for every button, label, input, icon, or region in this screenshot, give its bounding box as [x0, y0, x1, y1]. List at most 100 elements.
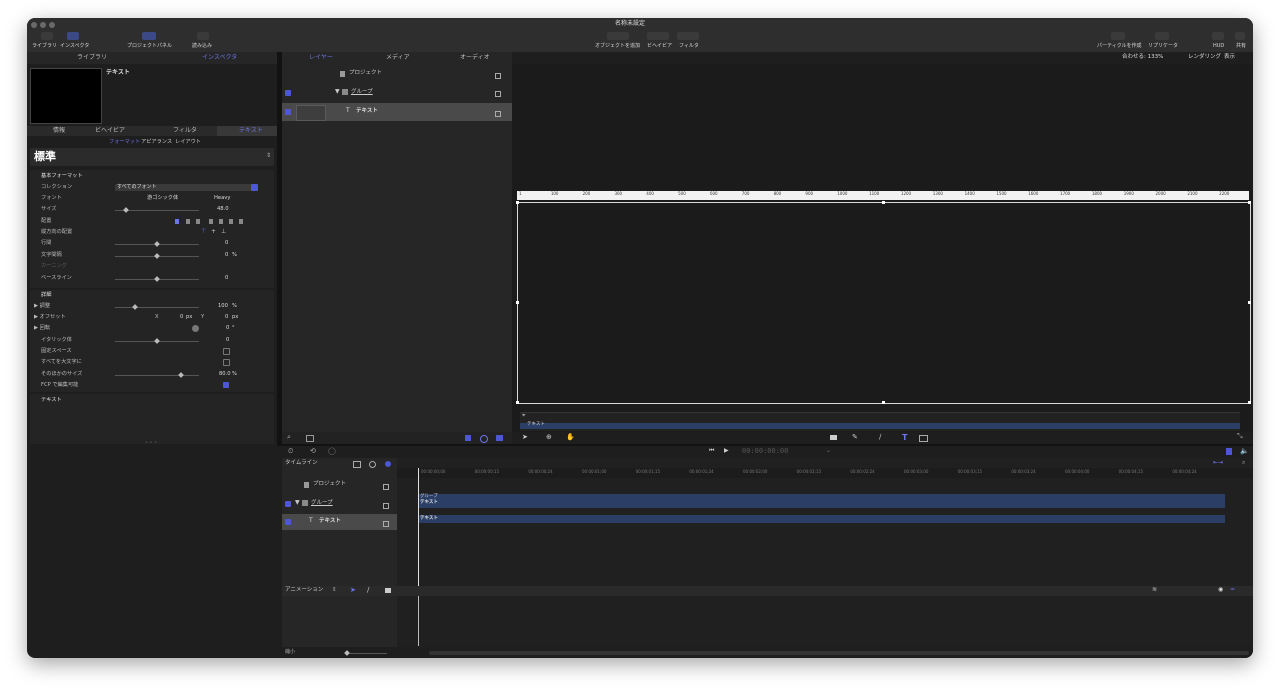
- handle[interactable]: [516, 201, 519, 204]
- loop-icon[interactable]: ⟲: [310, 448, 316, 455]
- tab-filters[interactable]: フィルタ: [173, 128, 197, 134]
- library-button[interactable]: [41, 32, 53, 40]
- filter-icon[interactable]: [496, 435, 503, 441]
- animation-popup-chevron-icon[interactable]: ⇕: [332, 587, 337, 594]
- search-icon[interactable]: ⌕: [287, 434, 291, 441]
- visibility-checkbox[interactable]: [285, 519, 291, 525]
- visibility-checkbox[interactable]: [285, 501, 291, 507]
- baseline-value[interactable]: 0: [225, 275, 228, 281]
- audio-waveform-icon[interactable]: ≈: [1230, 587, 1235, 593]
- align-right-icon[interactable]: [196, 219, 200, 224]
- snapshot-icon[interactable]: ◉: [1218, 587, 1223, 593]
- anchor-tool-icon[interactable]: ⊕: [546, 434, 552, 441]
- playhead-icon[interactable]: ⌖: [522, 413, 525, 419]
- animation-select-icon[interactable]: ➤: [350, 587, 356, 594]
- track-row-group[interactable]: ▼ グループ: [282, 496, 397, 512]
- animation-frame-icon[interactable]: [385, 588, 391, 593]
- filters-button[interactable]: [677, 32, 699, 40]
- close-button[interactable]: [31, 22, 37, 28]
- tab-info[interactable]: 情報: [53, 128, 65, 134]
- handle[interactable]: [516, 301, 519, 304]
- collection-stepper-icon[interactable]: [251, 184, 258, 191]
- paint-tool-icon[interactable]: ∕: [879, 434, 881, 441]
- timeline-zoom-icon[interactable]: ⌕: [1242, 460, 1245, 466]
- project-panel-button[interactable]: [142, 32, 156, 40]
- collection-popup[interactable]: すべてのフォント: [115, 184, 258, 191]
- timeline-ruler[interactable]: 00:00:00;00 00:00:00;15 00:00:00;24 00:00:0…: [397, 468, 1253, 478]
- minimize-button[interactable]: [40, 22, 46, 28]
- offset-y-value[interactable]: 0: [225, 314, 228, 320]
- all-caps-size-value[interactable]: 80.0: [219, 371, 231, 377]
- offset-x-value[interactable]: 0: [180, 314, 183, 320]
- rotation-dial-icon[interactable]: [192, 325, 199, 332]
- in-out-marker-icon[interactable]: ⇤⇥: [1213, 460, 1223, 466]
- layer-row-group[interactable]: ▼ グループ: [282, 84, 512, 101]
- behaviors-button[interactable]: [647, 32, 669, 40]
- rotation-value[interactable]: 0: [226, 325, 229, 331]
- behavior-icon[interactable]: [480, 435, 488, 443]
- justify-full-icon[interactable]: [239, 219, 243, 224]
- preset-popup[interactable]: 標準 ⇕: [30, 148, 274, 166]
- justify-right-icon[interactable]: [229, 219, 233, 224]
- timeline-area[interactable]: 00:00:00;00 00:00:00;15 00:00:00;24 00:00:0…: [397, 458, 1253, 586]
- line-spacing-value[interactable]: 0: [225, 240, 228, 246]
- previous-frame-icon[interactable]: ⏮: [709, 448, 714, 454]
- zoom-slider-knob[interactable]: [344, 650, 350, 656]
- rotation-label[interactable]: ▶ 回転: [34, 325, 50, 331]
- tab-inspector[interactable]: インスペクタ: [202, 55, 237, 61]
- valign-top-icon[interactable]: ⊤: [201, 229, 206, 235]
- mask-tool-icon[interactable]: [919, 435, 928, 442]
- valign-middle-icon[interactable]: +: [211, 229, 216, 235]
- justify-left-icon[interactable]: [209, 219, 213, 224]
- handle[interactable]: [1248, 401, 1251, 404]
- zoom-popup[interactable]: 合わせる: 133%: [1122, 54, 1163, 61]
- disclosure-triangle-icon[interactable]: ▼: [335, 89, 340, 95]
- timecode-chevron-icon[interactable]: ⌄: [826, 448, 831, 454]
- valign-bottom-icon[interactable]: ⊥: [221, 229, 226, 235]
- replicator-button[interactable]: [1155, 32, 1169, 40]
- layer-row-text[interactable]: T テキスト: [282, 103, 512, 121]
- lock-icon[interactable]: [495, 91, 501, 97]
- monospace-checkbox[interactable]: [223, 348, 230, 355]
- scale-slider[interactable]: [115, 307, 199, 308]
- pen-tool-icon[interactable]: ✎: [852, 434, 858, 441]
- animation-graph-icon[interactable]: ≋: [1152, 587, 1157, 593]
- horizontal-scrollbar[interactable]: [429, 651, 1249, 655]
- shape-tool-icon[interactable]: [830, 435, 837, 440]
- subtab-layout[interactable]: レイアウト: [175, 139, 201, 145]
- visibility-checkbox[interactable]: [285, 109, 291, 115]
- hud-button[interactable]: [1212, 32, 1224, 40]
- timing-icon[interactable]: ⏲: [288, 448, 293, 455]
- justify-center-icon[interactable]: [219, 219, 223, 224]
- tab-text[interactable]: テキスト: [239, 128, 263, 134]
- animation-sketch-icon[interactable]: ∕: [367, 587, 369, 594]
- thumbnail-toggle-icon[interactable]: [306, 435, 314, 442]
- play-icon[interactable]: ▶: [724, 448, 729, 454]
- fcp-editable-checkbox[interactable]: [223, 382, 229, 388]
- import-button[interactable]: [197, 32, 209, 40]
- track-row-text[interactable]: T テキスト: [282, 514, 397, 530]
- timeline-behavior-icon[interactable]: [369, 461, 376, 468]
- all-caps-checkbox[interactable]: [223, 359, 230, 366]
- visibility-checkbox[interactable]: [285, 90, 291, 96]
- lock-icon[interactable]: [383, 503, 389, 509]
- record-icon[interactable]: ◯: [328, 448, 336, 455]
- scale-value[interactable]: 100: [218, 303, 228, 309]
- tab-behaviors[interactable]: ビヘイビア: [95, 128, 125, 134]
- font-weight-popup[interactable]: Heavy: [214, 195, 230, 201]
- mini-timeline[interactable]: ⌖ テキスト: [520, 412, 1240, 431]
- timeline-filter-icon[interactable]: [353, 461, 361, 468]
- lock-icon[interactable]: [383, 521, 389, 527]
- all-caps-size-slider[interactable]: [115, 375, 199, 376]
- size-value[interactable]: 48.0: [217, 206, 229, 212]
- add-object-button[interactable]: [607, 32, 629, 40]
- timecode-display[interactable]: 00:00:00:00: [742, 448, 788, 455]
- expand-icon[interactable]: ⤡: [1237, 433, 1243, 440]
- layer-row-project[interactable]: プロジェクト: [282, 66, 512, 82]
- select-tool-icon[interactable]: ➤: [522, 434, 528, 441]
- tab-audio[interactable]: オーディオ: [460, 55, 490, 61]
- layers-toggle-icon[interactable]: [1226, 448, 1232, 455]
- share-button[interactable]: [1235, 32, 1245, 40]
- subtab-format[interactable]: フォーマット: [109, 139, 140, 145]
- timeline-bar-text[interactable]: テキスト: [419, 515, 1225, 523]
